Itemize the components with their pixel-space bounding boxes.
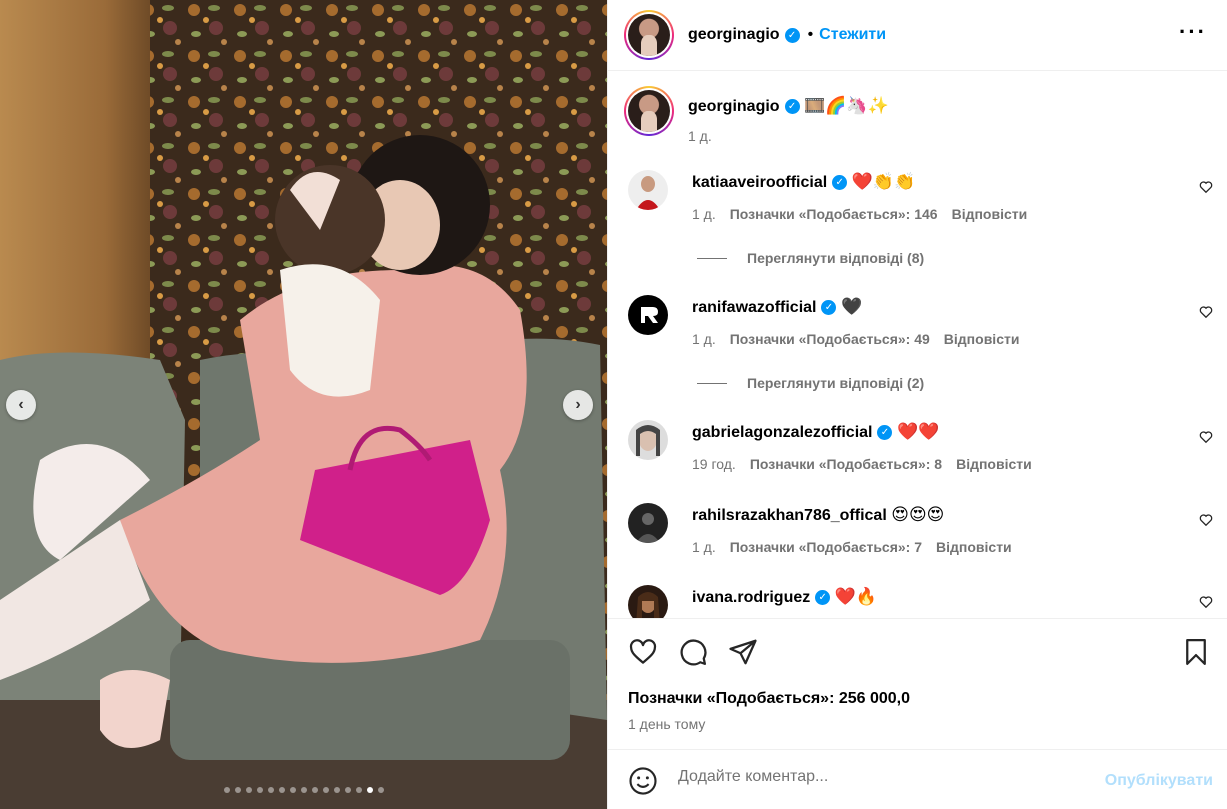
comment-avatar[interactable] — [628, 585, 668, 618]
add-comment-bar: Опублікувати — [608, 749, 1227, 809]
comment-likes[interactable]: Позначки «Подобається»: 8 — [750, 456, 942, 472]
comment-username[interactable]: gabrielagonzalezofficial — [692, 424, 872, 441]
comment-input[interactable] — [678, 768, 1078, 786]
comment-username[interactable]: rahilsrazakhan786_offical — [692, 507, 887, 524]
verified-badge-icon: ✓ — [815, 590, 831, 606]
comment-avatar[interactable] — [628, 295, 668, 335]
follow-button[interactable]: Стежити — [819, 26, 886, 44]
heart-icon[interactable] — [1199, 305, 1213, 322]
verified-badge-icon: ✓ — [877, 425, 893, 441]
view-replies-button[interactable]: Переглянути відповіді (8) — [697, 250, 924, 266]
carousel-dot — [366, 787, 373, 793]
reply-button[interactable]: Відповісти — [956, 456, 1032, 472]
comment-text: 🖤 — [840, 297, 863, 317]
comment-text: ❤️👏👏 — [851, 172, 916, 192]
likes-count[interactable]: Позначки «Подобається»: 256 000,0 — [628, 690, 910, 708]
carousel-dot — [245, 787, 252, 793]
comment-time[interactable]: 1 д. — [692, 206, 716, 222]
comment-likes[interactable]: Позначки «Подобається»: 146 — [730, 206, 938, 222]
reply-button[interactable]: Відповісти — [952, 206, 1028, 222]
comment-username[interactable]: ivana.rodriguez — [692, 589, 810, 606]
comment-item: ivana.rodriguez ✓ ❤️🔥 — [628, 585, 1227, 618]
post-actions: Позначки «Подобається»: 256 000,0 1 день… — [608, 618, 1227, 748]
reply-button[interactable]: Відповісти — [944, 331, 1020, 347]
caption-avatar[interactable] — [624, 86, 674, 136]
carousel-dot — [289, 787, 296, 793]
comment-text: ❤️❤️ — [896, 422, 940, 442]
comment-avatar[interactable] — [628, 170, 668, 210]
carousel-dot — [322, 787, 329, 793]
carousel-dot — [278, 787, 285, 793]
comment-time[interactable]: 1 д. — [692, 331, 716, 347]
post-header: georginagio ✓ • Стежити ··· — [608, 0, 1227, 71]
comment-username[interactable]: ranifawazofficial — [692, 299, 816, 316]
verified-badge-icon: ✓ — [784, 99, 800, 115]
comment-avatar[interactable] — [628, 420, 668, 460]
post-photo — [0, 0, 607, 809]
comment-text: 😍😍😍 — [891, 505, 945, 525]
comment-likes[interactable]: Позначки «Подобається»: 49 — [730, 331, 930, 347]
comment-time[interactable]: 19 год. — [692, 456, 736, 472]
heart-icon[interactable] — [1199, 595, 1213, 612]
comment-avatar[interactable] — [628, 503, 668, 543]
post-timestamp[interactable]: 1 день тому — [628, 716, 705, 732]
smiley-icon[interactable] — [628, 766, 658, 796]
carousel-dot — [355, 787, 362, 793]
comment-item: gabrielagonzalezofficial ✓ ❤️❤️ 19 год. По… — [628, 420, 1227, 480]
caption-text: 🎞️🌈🦄✨ — [804, 96, 889, 116]
caption-time: 1 д. — [688, 128, 712, 144]
comment-likes[interactable]: Позначки «Подобається»: 7 — [730, 539, 922, 555]
comment-time[interactable]: 1 д. — [692, 539, 716, 555]
reply-button[interactable]: Відповісти — [936, 539, 1012, 555]
bookmark-icon[interactable] — [1181, 637, 1211, 667]
comments-list[interactable]: georginagio ✓ 🎞️🌈🦄✨ 1 д. katiaaveirooffic… — [608, 72, 1227, 618]
verified-badge-icon: ✓ — [784, 27, 800, 43]
share-icon[interactable] — [728, 637, 758, 667]
post-media[interactable]: ‹ › — [0, 0, 607, 809]
carousel-dot — [223, 787, 230, 793]
comment-username[interactable]: katiaaveiroofficial — [692, 174, 827, 191]
chevron-left-icon[interactable]: ‹ — [6, 390, 36, 420]
view-replies-button[interactable]: Переглянути відповіді (2) — [697, 375, 924, 391]
post-caption: georginagio ✓ 🎞️🌈🦄✨ 1 д. — [624, 86, 889, 144]
avatar[interactable] — [624, 10, 674, 60]
comment-item: ranifawazofficial ✓ 🖤 1 д. Позначки «Подоб… — [628, 295, 1227, 355]
carousel-dots — [0, 787, 607, 793]
chevron-right-icon[interactable]: › — [563, 390, 593, 420]
comment-item: katiaaveiroofficial ✓ ❤️👏👏 1 д. Позначки «… — [628, 170, 1227, 230]
carousel-dot — [377, 787, 384, 793]
verified-badge-icon: ✓ — [821, 300, 837, 316]
heart-icon[interactable] — [1199, 430, 1213, 447]
header-separator: • — [807, 26, 814, 43]
heart-icon[interactable] — [1199, 180, 1213, 197]
publish-button[interactable]: Опублікувати — [1105, 772, 1213, 790]
comment-icon[interactable] — [678, 637, 708, 667]
more-horizontal-icon[interactable]: ··· — [1179, 21, 1207, 43]
comment-text: ❤️🔥 — [834, 587, 878, 607]
caption-username[interactable]: georginagio — [688, 98, 780, 115]
carousel-dot — [256, 787, 263, 793]
carousel-dot — [267, 787, 274, 793]
carousel-dot — [333, 787, 340, 793]
heart-icon[interactable] — [628, 637, 658, 667]
comment-item: rahilsrazakhan786_offical 😍😍😍 1 д. Познач… — [628, 503, 1227, 563]
heart-icon[interactable] — [1199, 513, 1213, 530]
carousel-dot — [311, 787, 318, 793]
post-details-panel: georginagio ✓ • Стежити ··· georginagio ✓… — [607, 0, 1227, 809]
carousel-dot — [300, 787, 307, 793]
carousel-dot — [344, 787, 351, 793]
verified-badge-icon: ✓ — [832, 175, 848, 191]
header-username[interactable]: georginagio — [688, 26, 780, 44]
carousel-dot — [234, 787, 241, 793]
